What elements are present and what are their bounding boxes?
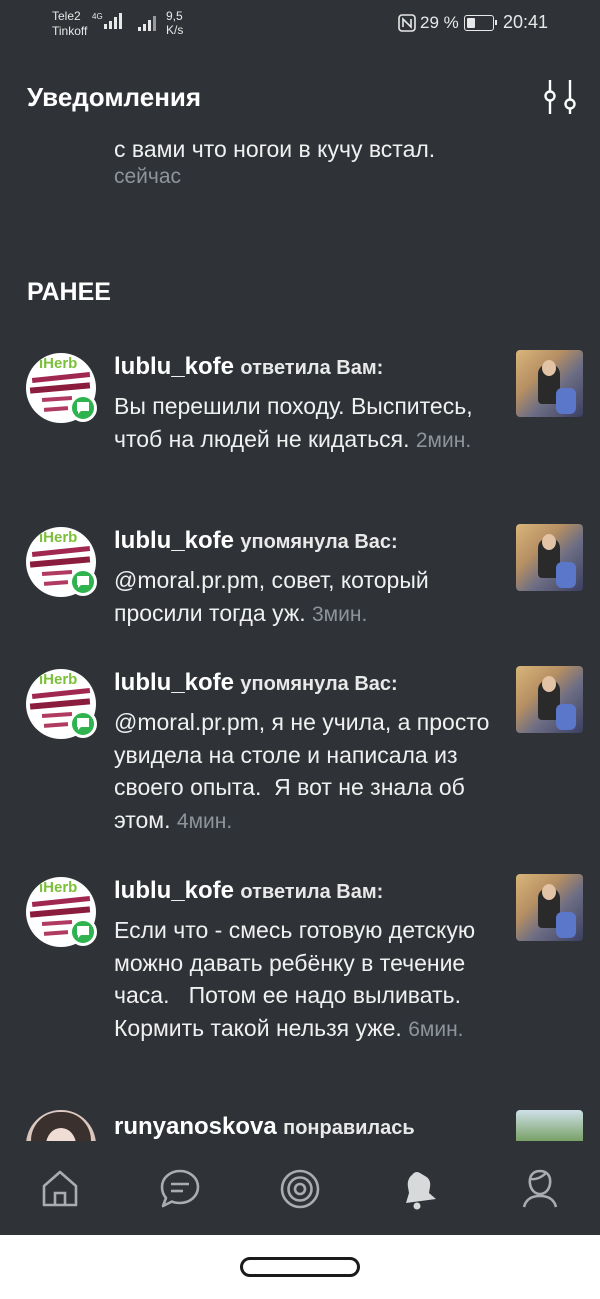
page-title: Уведомления (27, 82, 202, 112)
notification-action: понравилась (283, 1117, 415, 1139)
comment-badge-icon (69, 918, 97, 946)
thumbnail-face (542, 360, 556, 376)
home-icon[interactable] (38, 1167, 82, 1211)
notification-item[interactable]: iHerb lublu_kofe упомянула Вас: @moral.p… (0, 524, 600, 644)
username[interactable]: lublu_kofe (114, 877, 234, 904)
app-header: Уведомления (0, 68, 600, 128)
signal-2-icon (138, 16, 156, 31)
notification-header: lublu_kofe ответила Вам: (114, 350, 383, 384)
avatar-stripe (31, 545, 91, 558)
comment-badge-icon (69, 710, 97, 738)
home-gesture-handle[interactable] (240, 1257, 360, 1277)
partial-notification-text[interactable]: с вами что ногои в кучу встал. (114, 133, 435, 165)
avatar-stripe (29, 698, 91, 710)
avatar-stripe (31, 895, 91, 908)
avatar-stripe (43, 580, 69, 586)
avatar-stripe (31, 371, 91, 384)
carrier-labels: Tele2 Tinkoff (52, 9, 87, 39)
status-bar: Tele2 Tinkoff 4G 9,5 K/s 29 % 20:41 (0, 0, 600, 50)
avatar-stripe (43, 722, 69, 728)
notification-time: 6мин. (408, 1017, 464, 1041)
notification-action: упомянула Вас: (240, 673, 398, 695)
avatar-brand-text: iHerb (39, 529, 78, 546)
partial-notification-time: сейчас (114, 165, 182, 188)
avatar-stripe (29, 906, 91, 918)
notification-item[interactable]: iHerb lublu_kofe ответила Вам: Если что … (0, 874, 600, 1094)
notification-item[interactable]: runyanoskova понравилась (0, 1110, 600, 1141)
nfc-icon (398, 14, 416, 32)
thumbnail-face (542, 884, 556, 900)
notification-action: ответила Вам: (240, 881, 384, 903)
notification-header: lublu_kofe упомянула Вас: (114, 666, 398, 700)
bottom-tab-bar (0, 1141, 600, 1235)
carrier-2: Tinkoff (52, 24, 88, 38)
notification-text: @moral.pr.pm, совет, который просили тог… (114, 567, 436, 626)
speed-value: 9,5 (166, 9, 183, 23)
filter-settings-icon[interactable] (540, 76, 580, 116)
navigation-gesture-area (0, 1235, 600, 1299)
post-thumbnail[interactable] (516, 874, 583, 941)
notification-item[interactable]: iHerb lublu_kofe ответила Вам: Вы переши… (0, 350, 600, 500)
notification-body: Вы перешили походу. Выспитесь, чтоб на л… (114, 390, 494, 457)
username[interactable]: runyanoskova (114, 1113, 277, 1140)
avatar-brand-text: iHerb (39, 671, 78, 688)
thumbnail-face (542, 676, 556, 692)
avatar[interactable] (26, 1110, 96, 1141)
avatar-stripe (41, 395, 73, 403)
signal-icon (104, 13, 122, 29)
notification-item[interactable]: iHerb lublu_kofe упомянула Вас: @moral.p… (0, 666, 600, 856)
thumbnail-detail (556, 562, 576, 588)
notification-body: @moral.pr.pm, совет, который просили тог… (114, 564, 494, 631)
target-icon[interactable] (278, 1167, 322, 1211)
profile-icon[interactable] (518, 1167, 562, 1211)
notification-time: 3мин. (312, 602, 368, 626)
username[interactable]: lublu_kofe (114, 527, 234, 554)
post-thumbnail[interactable] (516, 666, 583, 733)
notification-text: @moral.pr.pm, я не учила, а просто увиде… (114, 709, 496, 833)
comment-badge-icon (69, 568, 97, 596)
bell-icon[interactable] (398, 1167, 442, 1211)
battery-fill (467, 18, 476, 28)
thumbnail-face (542, 534, 556, 550)
post-thumbnail[interactable] (516, 524, 583, 591)
clock: 20:41 (503, 12, 549, 32)
notification-action: ответила Вам: (240, 357, 384, 379)
comment-badge-icon (69, 394, 97, 422)
notification-header: lublu_kofe упомянула Вас: (114, 524, 398, 558)
avatar-stripe (29, 556, 91, 568)
username[interactable]: lublu_kofe (114, 669, 234, 696)
avatar-stripe (41, 711, 73, 719)
avatar-stripe (31, 687, 91, 700)
avatar-stripe (41, 569, 73, 577)
network-speed: 9,5 K/s (166, 9, 183, 37)
speed-unit: K/s (166, 23, 184, 37)
notification-time: 4мин. (176, 809, 233, 833)
avatar-brand-text: iHerb (39, 355, 78, 372)
avatar-brand-text: iHerb (39, 879, 78, 896)
avatar-stripe (41, 919, 73, 927)
notification-time: 2мин. (415, 428, 472, 452)
notification-header: lublu_kofe ответила Вам: (114, 874, 383, 908)
battery-tip (495, 20, 497, 25)
battery-icon (464, 15, 497, 31)
avatar-stripe (43, 930, 69, 936)
carrier-1: Tele2 (52, 9, 81, 23)
thumbnail-detail (556, 912, 576, 938)
avatar-stripe (43, 406, 69, 412)
post-thumbnail[interactable] (516, 1110, 583, 1141)
notification-body: Если что - смесь готовую детскую можно д… (114, 914, 494, 1046)
username[interactable]: lublu_kofe (114, 353, 234, 380)
notification-body: @moral.pr.pm, я не учила, а просто увиде… (114, 706, 494, 838)
notification-header: runyanoskova понравилась (114, 1110, 415, 1141)
chat-icon[interactable] (158, 1167, 202, 1211)
section-title-earlier: РАНЕЕ (27, 278, 111, 306)
thumbnail-detail (556, 704, 576, 730)
notification-action: упомянула Вас: (240, 531, 398, 553)
post-thumbnail[interactable] (516, 350, 583, 417)
battery-percent: 29 % (420, 13, 459, 32)
avatar-stripe (29, 382, 91, 394)
thumbnail-detail (556, 388, 576, 414)
notifications-feed[interactable]: с вами что ногои в кучу встал. сейчас РА… (0, 128, 600, 1141)
